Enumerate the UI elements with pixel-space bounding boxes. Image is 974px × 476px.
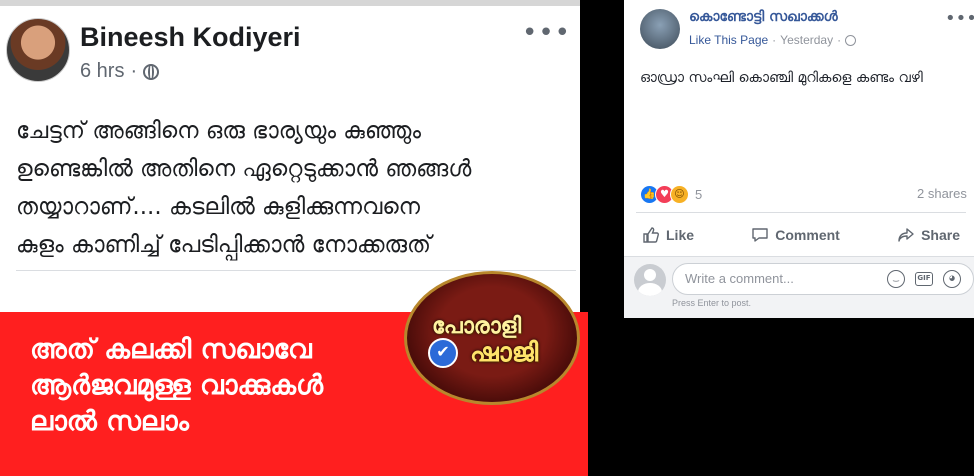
banner-line: ലാൽ സലാം	[30, 406, 189, 437]
post-meta: 6 hrs ·	[80, 60, 160, 83]
banner-line: അത് കലക്കി സഖാവേ	[30, 334, 312, 365]
press-enter-hint: Press Enter to post.	[672, 298, 752, 308]
banner-line: ആർജവമുള്ള വാക്കുകൾ	[30, 370, 324, 401]
gif-icon[interactable]: GIF	[915, 272, 933, 286]
author-name[interactable]: Bineesh Kodiyeri	[80, 22, 301, 53]
meta-separator: ·	[772, 33, 777, 47]
comment-label: Comment	[775, 227, 840, 243]
page-avatar[interactable]	[640, 9, 680, 49]
haha-reaction-icon: ☺	[670, 185, 689, 204]
smiley-icon[interactable]: ‿	[887, 270, 905, 288]
globe-icon	[845, 34, 857, 46]
viewer-avatar	[634, 264, 666, 296]
post-time[interactable]: Yesterday	[780, 33, 833, 47]
post-line: ചേട്ടന് അങ്ങിനെ ഒരു ഭാര്യയും കുഞ്ഞും	[16, 118, 421, 144]
comment-button[interactable]: Comment	[745, 222, 846, 248]
page-meta: Like This Page · Yesterday ·	[689, 33, 857, 47]
reaction-count[interactable]: 5	[695, 187, 702, 202]
post-body: ചേട്ടന് അങ്ങിനെ ഒരു ഭാര്യയും കുഞ്ഞും ഉണ്…	[16, 112, 571, 264]
share-icon	[897, 226, 915, 244]
like-page-link[interactable]: Like This Page	[689, 33, 768, 47]
author-avatar[interactable]	[6, 18, 70, 82]
comment-icon	[751, 226, 769, 244]
thumbs-up-icon	[642, 226, 660, 244]
reaction-summary[interactable]: 👍 ♥ ☺ 5	[640, 185, 702, 204]
comment-input-icons: ‿ GIF ◕	[887, 270, 961, 288]
shares-count[interactable]: 2 shares	[917, 186, 967, 201]
sticker-icon[interactable]: ◕	[943, 270, 961, 288]
verified-check-icon: ✔	[428, 338, 458, 368]
globe-icon	[143, 63, 160, 80]
post-body: ഓഡ്രാ സംഘി കൊഞ്ചി മുറികളെ കണ്ടം വഴി	[640, 70, 923, 86]
divider	[636, 212, 966, 213]
logo-title-top: പോരാളി	[432, 314, 522, 339]
meta-separator: ·	[130, 60, 138, 82]
logo-title-bottom: ഷാജി	[470, 338, 539, 368]
post-time[interactable]: 6 hrs	[80, 60, 124, 83]
page-name[interactable]: കൊണ്ടോട്ടി സഖാക്കൾ	[689, 9, 838, 25]
post-line: തയ്യാറാണ്.... കടലിൽ കുളിക്കുന്നവനെ	[16, 194, 421, 220]
left-screenshot-panel: Bineesh Kodiyeri 6 hrs · ••• ചേട്ടന് അങ്…	[0, 0, 590, 476]
post-line: ഉണ്ടെങ്കിൽ അതിനെ ഏറ്റെടുക്കാൻ ഞങ്ങൾ	[16, 156, 472, 182]
meta-separator: ·	[837, 33, 842, 47]
banner-text: അത് കലക്കി സഖാവേ ആർജവമുള്ള വാക്കുകൾ ലാൽ …	[30, 332, 323, 440]
share-button[interactable]: Share	[891, 222, 966, 248]
more-options-icon[interactable]: •••	[945, 8, 974, 29]
share-label: Share	[921, 227, 960, 243]
more-options-icon[interactable]: •••	[522, 18, 571, 48]
like-button[interactable]: Like	[636, 222, 700, 248]
post-actions: Like Comment Share	[636, 222, 966, 248]
like-label: Like	[666, 227, 695, 243]
post-line: കുളം കാണിച്ച് പേടിപ്പിക്കാൻ നോക്കരുത്	[16, 232, 432, 258]
